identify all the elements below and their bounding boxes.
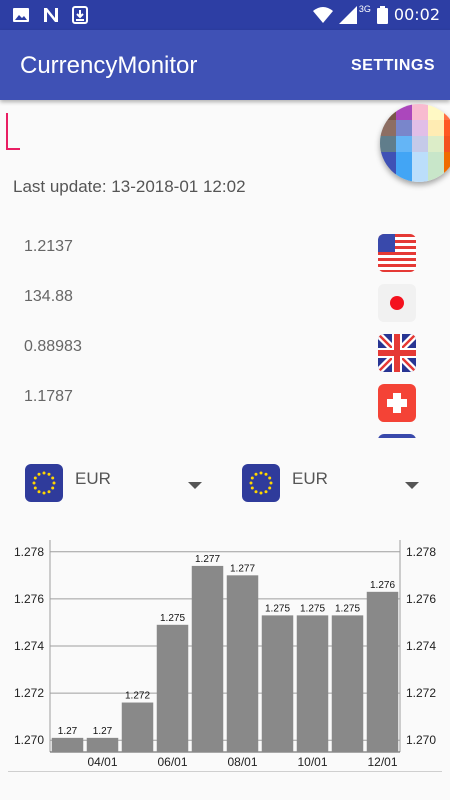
app-bar: CurrencyMonitor SETTINGS bbox=[0, 30, 450, 100]
bar bbox=[121, 702, 154, 752]
bar bbox=[226, 575, 259, 752]
input-underline bbox=[6, 148, 20, 150]
x-tick-label: 08/01 bbox=[227, 755, 257, 769]
y-tick-label-left: 1.272 bbox=[14, 686, 44, 700]
partial-flag-icon bbox=[378, 434, 416, 438]
wifi-icon bbox=[312, 6, 333, 23]
x-tick-label: 06/01 bbox=[157, 755, 187, 769]
clock: 00:02 bbox=[393, 5, 440, 24]
y-tick-label-right: 1.270 bbox=[406, 733, 436, 747]
download-notification-icon bbox=[72, 6, 88, 24]
bar bbox=[366, 591, 399, 752]
bar bbox=[191, 565, 224, 752]
from-currency-code: EUR bbox=[75, 469, 111, 488]
battery-icon bbox=[376, 5, 388, 24]
app-title: CurrencyMonitor bbox=[20, 52, 198, 79]
last-update-text: Last update: 13-2018-01 12:02 bbox=[13, 177, 246, 196]
rates-list[interactable]: 1.2137 134.88 0.88983 1.1787 bbox=[0, 230, 450, 438]
y-tick-label-right: 1.272 bbox=[406, 686, 436, 700]
data-label: 1.275 bbox=[300, 603, 325, 614]
status-bar: 3G 00:02 bbox=[0, 0, 450, 30]
settings-button[interactable]: SETTINGS bbox=[351, 57, 435, 75]
x-tick-label: 12/01 bbox=[367, 755, 397, 769]
bar bbox=[296, 615, 329, 752]
image-notification-icon bbox=[13, 8, 29, 22]
usa-flag-icon bbox=[378, 234, 416, 272]
y-tick-label-right: 1.278 bbox=[406, 545, 436, 559]
rate-value: 134.88 bbox=[24, 288, 73, 305]
dropdown-arrow-icon bbox=[405, 482, 419, 489]
y-tick-label-right: 1.276 bbox=[406, 592, 436, 606]
eu-flag-icon bbox=[25, 464, 63, 502]
y-tick-label-right: 1.274 bbox=[406, 639, 436, 653]
japan-flag-icon bbox=[378, 284, 416, 322]
amount-input[interactable] bbox=[0, 108, 360, 154]
from-currency-spinner[interactable]: EUR bbox=[25, 464, 205, 504]
eu-flag-icon bbox=[242, 464, 280, 502]
bar bbox=[51, 737, 84, 752]
bar bbox=[86, 737, 119, 752]
y-tick-label-left: 1.274 bbox=[14, 639, 44, 653]
n-notification-icon bbox=[44, 8, 58, 22]
data-label: 1.277 bbox=[230, 563, 255, 574]
y-tick-label-left: 1.270 bbox=[14, 733, 44, 747]
uk-flag-icon bbox=[378, 334, 416, 372]
data-label: 1.272 bbox=[125, 691, 150, 702]
bar bbox=[261, 615, 294, 752]
dropdown-arrow-icon bbox=[188, 482, 202, 489]
cell-signal-icon bbox=[338, 5, 357, 24]
divider bbox=[8, 771, 442, 772]
bar bbox=[331, 615, 364, 752]
rate-value: 1.2137 bbox=[24, 238, 73, 255]
y-tick-label-left: 1.278 bbox=[14, 545, 44, 559]
y-tick-label-left: 1.276 bbox=[14, 592, 44, 606]
data-label: 1.277 bbox=[195, 554, 220, 565]
to-currency-spinner[interactable]: EUR bbox=[242, 464, 422, 504]
color-palette-button[interactable] bbox=[380, 104, 450, 182]
color-palette-icon bbox=[380, 104, 450, 182]
data-label: 1.275 bbox=[265, 603, 290, 614]
x-tick-label: 10/01 bbox=[297, 755, 327, 769]
text-cursor bbox=[6, 113, 8, 149]
data-label: 1.276 bbox=[370, 580, 395, 591]
switzerland-flag-icon bbox=[378, 384, 416, 422]
data-label: 1.275 bbox=[335, 603, 360, 614]
rate-value: 0.88983 bbox=[24, 338, 82, 355]
x-tick-label: 04/01 bbox=[87, 755, 117, 769]
rate-value: 1.1787 bbox=[24, 388, 73, 405]
data-label: 1.275 bbox=[160, 613, 185, 624]
data-label: 1.27 bbox=[93, 726, 113, 737]
bar bbox=[156, 624, 189, 752]
to-currency-code: EUR bbox=[292, 469, 328, 488]
bar-chart: 1.270 1.270 1.272 1.272 1.274 1.274 1.276 1.276… bbox=[14, 540, 436, 769]
data-label: 1.27 bbox=[58, 726, 78, 737]
network-type: 3G bbox=[358, 3, 371, 14]
rate-history-chart[interactable]: 1.270 1.270 1.272 1.272 1.274 1.274 1.276 1.276… bbox=[0, 530, 450, 775]
